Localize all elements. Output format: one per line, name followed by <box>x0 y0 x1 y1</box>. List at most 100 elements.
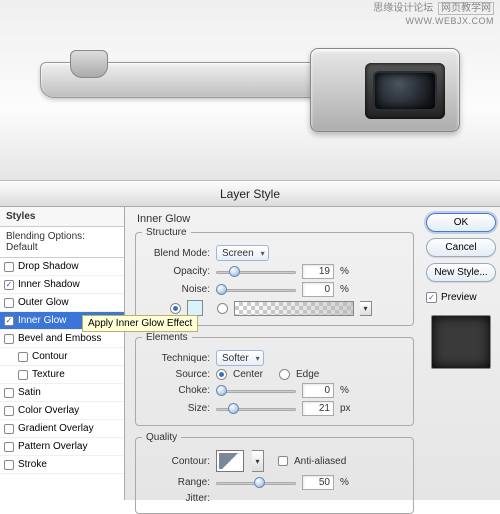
layer-style-dialog: Layer Style Styles Blending Options: Def… <box>0 180 500 500</box>
range-slider[interactable] <box>216 476 296 490</box>
style-checkbox[interactable] <box>4 280 14 290</box>
style-label: Color Overlay <box>18 405 79 416</box>
blend-mode-select[interactable]: Screen <box>216 245 269 261</box>
choke-unit: % <box>340 385 354 396</box>
preview-swatch <box>431 315 491 369</box>
gradient-picker[interactable] <box>234 301 354 316</box>
style-label: Inner Glow <box>18 315 66 326</box>
style-label: Satin <box>18 387 41 398</box>
opacity-slider[interactable] <box>216 265 296 279</box>
source-center-label: Center <box>233 369 263 380</box>
anti-aliased-checkbox[interactable] <box>278 456 288 466</box>
watermark-text-1: 思缘设计论坛 <box>373 3 433 14</box>
settings-panel: Inner Glow Structure Blend Mode: Screen … <box>125 207 422 500</box>
choke-slider[interactable] <box>216 384 296 398</box>
choke-label: Choke: <box>142 385 210 396</box>
blend-mode-label: Blend Mode: <box>142 248 210 259</box>
noise-label: Noise: <box>142 284 210 295</box>
contour-picker[interactable] <box>216 450 244 472</box>
elements-group: Elements Technique: Softer Source: Cente… <box>135 332 414 426</box>
source-edge-label: Edge <box>296 369 319 380</box>
range-unit: % <box>340 477 354 488</box>
structure-group: Structure Blend Mode: Screen Opacity: 19… <box>135 227 414 326</box>
device-illustration <box>40 40 460 130</box>
style-item-texture[interactable]: Texture <box>0 366 124 384</box>
jitter-label: Jitter: <box>142 493 210 504</box>
style-item-pattern-overlay[interactable]: Pattern Overlay <box>0 438 124 456</box>
style-label: Texture <box>32 369 65 380</box>
style-label: Drop Shadow <box>18 261 79 272</box>
style-checkbox[interactable] <box>4 460 14 470</box>
size-unit: px <box>340 403 354 414</box>
ok-button[interactable]: OK <box>426 213 496 232</box>
section-title: Inner Glow <box>137 213 414 225</box>
style-item-contour[interactable]: Contour <box>0 348 124 366</box>
style-item-bevel-and-emboss[interactable]: Bevel and Emboss <box>0 330 124 348</box>
source-edge-radio[interactable] <box>279 369 290 380</box>
noise-value[interactable]: 0 <box>302 282 334 297</box>
style-checkbox[interactable] <box>4 406 14 416</box>
noise-unit: % <box>340 284 354 295</box>
dialog-title: Layer Style <box>0 181 500 207</box>
quality-legend: Quality <box>142 432 181 443</box>
style-label: Stroke <box>18 459 47 470</box>
new-style-button[interactable]: New Style... <box>426 263 496 282</box>
style-label: Bevel and Emboss <box>18 333 101 344</box>
style-item-outer-glow[interactable]: Outer Glow <box>0 294 124 312</box>
style-checkbox[interactable] <box>18 370 28 380</box>
opacity-value[interactable]: 19 <box>302 264 334 279</box>
style-label: Gradient Overlay <box>18 423 94 434</box>
style-label: Inner Shadow <box>18 279 80 290</box>
blending-options-row[interactable]: Blending Options: Default <box>0 227 124 258</box>
preview-checkbox[interactable] <box>426 292 437 303</box>
range-label: Range: <box>142 477 210 488</box>
color-radio[interactable] <box>170 303 181 314</box>
technique-select[interactable]: Softer <box>216 350 264 366</box>
choke-value[interactable]: 0 <box>302 383 334 398</box>
gradient-dropdown-icon[interactable]: ▾ <box>360 301 372 316</box>
style-checkbox[interactable] <box>4 442 14 452</box>
style-checkbox[interactable] <box>4 298 14 308</box>
styles-list-panel: Styles Blending Options: Default Drop Sh… <box>0 207 125 500</box>
style-checkbox[interactable] <box>4 334 14 344</box>
contour-label: Contour: <box>142 456 210 467</box>
style-item-gradient-overlay[interactable]: Gradient Overlay <box>0 420 124 438</box>
style-checkbox[interactable] <box>4 316 14 326</box>
contour-dropdown-icon[interactable]: ▾ <box>252 450 264 472</box>
preview-label: Preview <box>441 292 477 303</box>
noise-slider[interactable] <box>216 283 296 297</box>
size-slider[interactable] <box>216 402 296 416</box>
structure-legend: Structure <box>142 227 191 238</box>
watermark-badge: 网页教学网 <box>438 2 494 15</box>
dialog-button-panel: OK Cancel New Style... Preview <box>422 207 500 500</box>
gradient-radio[interactable] <box>217 303 228 314</box>
elements-legend: Elements <box>142 332 192 343</box>
technique-label: Technique: <box>142 353 210 364</box>
anti-aliased-label: Anti-aliased <box>294 456 346 467</box>
style-item-stroke[interactable]: Stroke <box>0 456 124 474</box>
size-value[interactable]: 21 <box>302 401 334 416</box>
style-item-color-overlay[interactable]: Color Overlay <box>0 402 124 420</box>
style-checkbox[interactable] <box>4 388 14 398</box>
cancel-button[interactable]: Cancel <box>426 238 496 257</box>
style-label: Contour <box>32 351 68 362</box>
opacity-unit: % <box>340 266 354 277</box>
watermark: 思缘设计论坛 网页教学网 WWW.WEBJX.COM <box>373 2 494 28</box>
styles-header[interactable]: Styles <box>0 207 124 227</box>
tooltip: Apply Inner Glow Effect <box>82 315 198 332</box>
watermark-text-2: WWW.WEBJX.COM <box>406 16 495 26</box>
style-item-drop-shadow[interactable]: Drop Shadow <box>0 258 124 276</box>
style-item-satin[interactable]: Satin <box>0 384 124 402</box>
style-checkbox[interactable] <box>4 424 14 434</box>
style-checkbox[interactable] <box>18 352 28 362</box>
style-label: Outer Glow <box>18 297 69 308</box>
source-label: Source: <box>142 369 210 380</box>
quality-group: Quality Contour: ▾ Anti-aliased Range: 5… <box>135 432 414 514</box>
style-label: Pattern Overlay <box>18 441 87 452</box>
opacity-label: Opacity: <box>142 266 210 277</box>
range-value[interactable]: 50 <box>302 475 334 490</box>
color-swatch[interactable] <box>187 300 203 316</box>
style-item-inner-shadow[interactable]: Inner Shadow <box>0 276 124 294</box>
source-center-radio[interactable] <box>216 369 227 380</box>
style-checkbox[interactable] <box>4 262 14 272</box>
